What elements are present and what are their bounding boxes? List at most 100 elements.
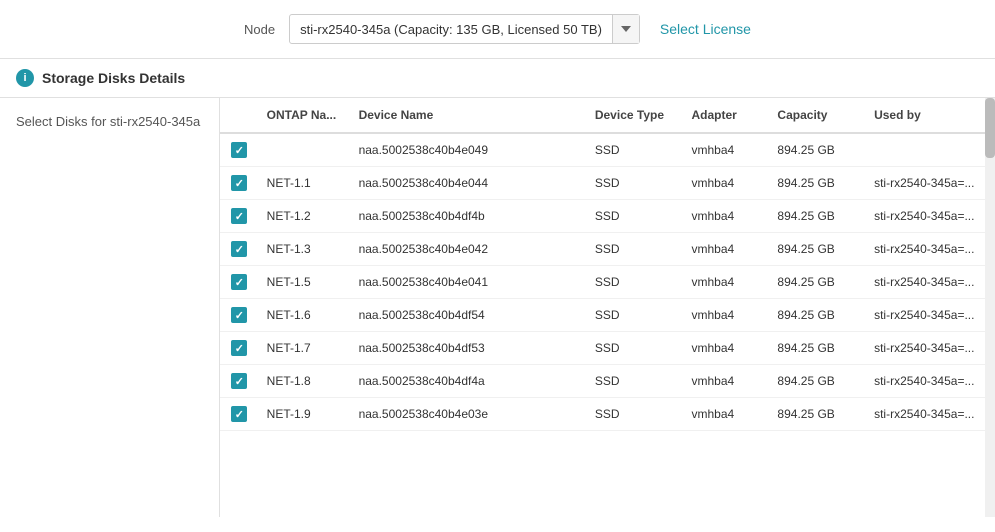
table-row: NET-1.3naa.5002538c40b4e042SSDvmhba4894.… [220,233,995,266]
device-type: SSD [587,266,684,299]
checkbox-cell[interactable] [220,299,259,332]
capacity: 894.25 GB [769,200,866,233]
adapter: vmhba4 [684,266,770,299]
info-icon: i [16,69,34,87]
adapter: vmhba4 [684,299,770,332]
device-type: SSD [587,133,684,167]
adapter: vmhba4 [684,365,770,398]
capacity: 894.25 GB [769,133,866,167]
device-name: naa.5002538c40b4e044 [351,167,587,200]
scrollbar[interactable] [985,98,995,517]
left-panel: Select Disks for sti-rx2540-345a [0,98,220,517]
used-by: sti-rx2540-345a=... [866,200,995,233]
adapter: vmhba4 [684,200,770,233]
used-by: sti-rx2540-345a=... [866,365,995,398]
col-header-adapter: Adapter [684,98,770,133]
ontap-name [259,133,351,167]
checkbox-cell[interactable] [220,365,259,398]
checkbox-cell[interactable] [220,167,259,200]
adapter: vmhba4 [684,167,770,200]
ontap-name: NET-1.1 [259,167,351,200]
col-header-ontap: ONTAP Na... [259,98,351,133]
capacity: 894.25 GB [769,233,866,266]
device-type: SSD [587,167,684,200]
adapter: vmhba4 [684,133,770,167]
checkbox-checked[interactable] [231,406,247,422]
checkbox-checked[interactable] [231,241,247,257]
table-row: naa.5002538c40b4e049SSDvmhba4894.25 GB [220,133,995,167]
top-bar: Node sti-rx2540-345a (Capacity: 135 GB, … [0,0,995,59]
checkbox-checked[interactable] [231,175,247,191]
col-header-capacity: Capacity [769,98,866,133]
adapter: vmhba4 [684,332,770,365]
used-by [866,133,995,167]
checkbox-cell[interactable] [220,266,259,299]
device-type: SSD [587,398,684,431]
checkbox-checked[interactable] [231,142,247,158]
checkbox-checked[interactable] [231,373,247,389]
device-type: SSD [587,332,684,365]
used-by: sti-rx2540-345a=... [866,167,995,200]
capacity: 894.25 GB [769,167,866,200]
table-row: NET-1.7naa.5002538c40b4df53SSDvmhba4894.… [220,332,995,365]
checkbox-cell[interactable] [220,133,259,167]
section-header: i Storage Disks Details [0,59,995,98]
table-container: ONTAP Na... Device Name Device Type Adap… [220,98,995,517]
table-row: NET-1.2naa.5002538c40b4df4bSSDvmhba4894.… [220,200,995,233]
ontap-name: NET-1.7 [259,332,351,365]
device-name: naa.5002538c40b4df53 [351,332,587,365]
device-name: naa.5002538c40b4e042 [351,233,587,266]
col-header-usedby: Used by [866,98,995,133]
device-name: naa.5002538c40b4df4a [351,365,587,398]
col-header-checkbox [220,98,259,133]
used-by: sti-rx2540-345a=... [866,398,995,431]
device-type: SSD [587,299,684,332]
used-by: sti-rx2540-345a=... [866,332,995,365]
ontap-name: NET-1.2 [259,200,351,233]
device-type: SSD [587,365,684,398]
col-header-type: Device Type [587,98,684,133]
adapter: vmhba4 [684,398,770,431]
ontap-name: NET-1.8 [259,365,351,398]
device-name: naa.5002538c40b4e049 [351,133,587,167]
capacity: 894.25 GB [769,398,866,431]
table-row: NET-1.5naa.5002538c40b4e041SSDvmhba4894.… [220,266,995,299]
select-license-link[interactable]: Select License [660,21,751,37]
capacity: 894.25 GB [769,299,866,332]
capacity: 894.25 GB [769,332,866,365]
checkbox-checked[interactable] [231,274,247,290]
capacity: 894.25 GB [769,266,866,299]
checkbox-cell[interactable] [220,332,259,365]
ontap-name: NET-1.5 [259,266,351,299]
capacity: 894.25 GB [769,365,866,398]
node-select-text: sti-rx2540-345a (Capacity: 135 GB, Licen… [290,22,612,37]
checkbox-cell[interactable] [220,233,259,266]
node-dropdown-button[interactable] [612,15,639,43]
checkbox-checked[interactable] [231,307,247,323]
checkbox-checked[interactable] [231,208,247,224]
checkbox-checked[interactable] [231,340,247,356]
left-panel-title: Select Disks for sti-rx2540-345a [16,114,200,129]
table-row: NET-1.9naa.5002538c40b4e03eSSDvmhba4894.… [220,398,995,431]
device-name: naa.5002538c40b4e03e [351,398,587,431]
checkbox-cell[interactable] [220,398,259,431]
used-by: sti-rx2540-345a=... [866,233,995,266]
adapter: vmhba4 [684,233,770,266]
main-content: Select Disks for sti-rx2540-345a ONTAP N… [0,98,995,517]
device-type: SSD [587,200,684,233]
used-by: sti-rx2540-345a=... [866,299,995,332]
table-row: NET-1.8naa.5002538c40b4df4aSSDvmhba4894.… [220,365,995,398]
col-header-device: Device Name [351,98,587,133]
ontap-name: NET-1.6 [259,299,351,332]
ontap-name: NET-1.3 [259,233,351,266]
device-type: SSD [587,233,684,266]
table-row: NET-1.6naa.5002538c40b4df54SSDvmhba4894.… [220,299,995,332]
ontap-name: NET-1.9 [259,398,351,431]
used-by: sti-rx2540-345a=... [866,266,995,299]
checkbox-cell[interactable] [220,200,259,233]
node-label: Node [244,22,275,37]
scrollbar-thumb[interactable] [985,98,995,158]
table-header-row: ONTAP Na... Device Name Device Type Adap… [220,98,995,133]
node-select-wrapper[interactable]: sti-rx2540-345a (Capacity: 135 GB, Licen… [289,14,640,44]
device-name: naa.5002538c40b4df4b [351,200,587,233]
